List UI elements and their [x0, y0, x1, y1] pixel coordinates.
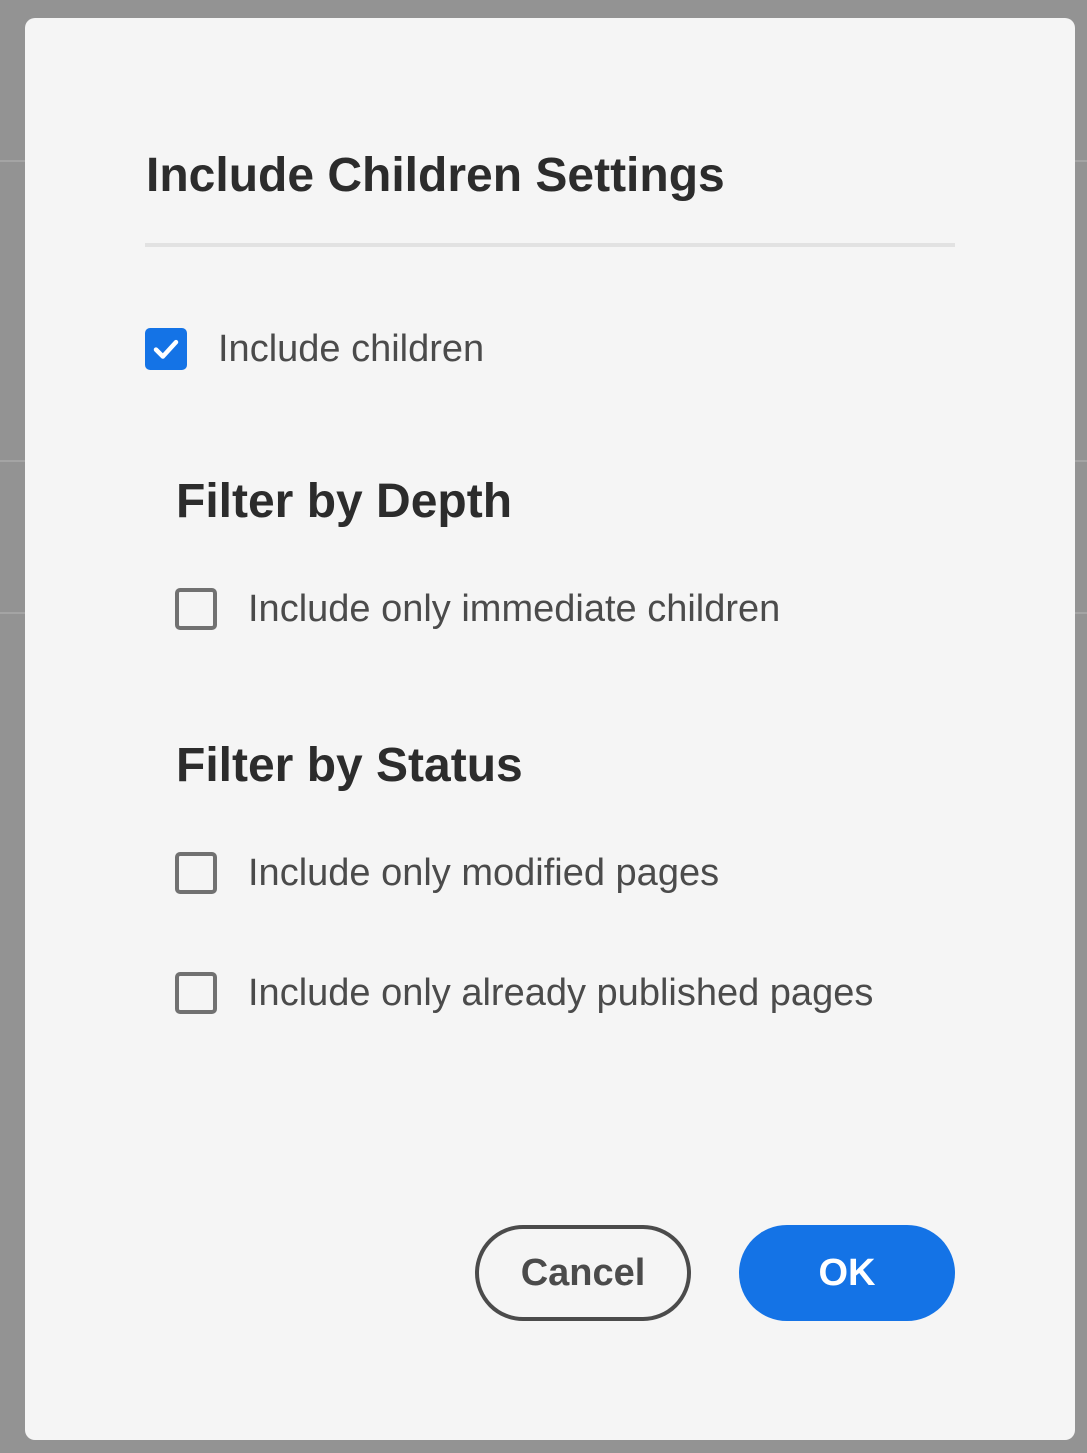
- filter-by-depth-heading: Filter by Depth: [176, 475, 513, 528]
- immediate-children-option[interactable]: Include only immediate children: [175, 585, 780, 633]
- cancel-button[interactable]: Cancel: [475, 1225, 691, 1321]
- include-children-checkbox[interactable]: [145, 328, 187, 370]
- published-pages-checkbox[interactable]: [175, 972, 217, 1014]
- modified-pages-label: Include only modified pages: [248, 852, 720, 894]
- published-pages-option[interactable]: Include only already published pages: [175, 969, 873, 1017]
- include-children-option[interactable]: Include children: [145, 325, 484, 373]
- title-divider: [145, 243, 955, 247]
- checkmark-icon: [153, 339, 179, 359]
- immediate-children-checkbox[interactable]: [175, 588, 217, 630]
- modified-pages-option[interactable]: Include only modified pages: [175, 849, 719, 897]
- include-children-label: Include children: [218, 328, 485, 370]
- immediate-children-label: Include only immediate children: [248, 588, 781, 630]
- dialog-title: Include Children Settings: [146, 149, 725, 202]
- include-children-settings-dialog: Include Children Settings Include childr…: [25, 18, 1075, 1440]
- published-pages-label: Include only already published pages: [248, 972, 874, 1014]
- filter-by-status-heading: Filter by Status: [176, 739, 523, 792]
- ok-button[interactable]: OK: [739, 1225, 955, 1321]
- modified-pages-checkbox[interactable]: [175, 852, 217, 894]
